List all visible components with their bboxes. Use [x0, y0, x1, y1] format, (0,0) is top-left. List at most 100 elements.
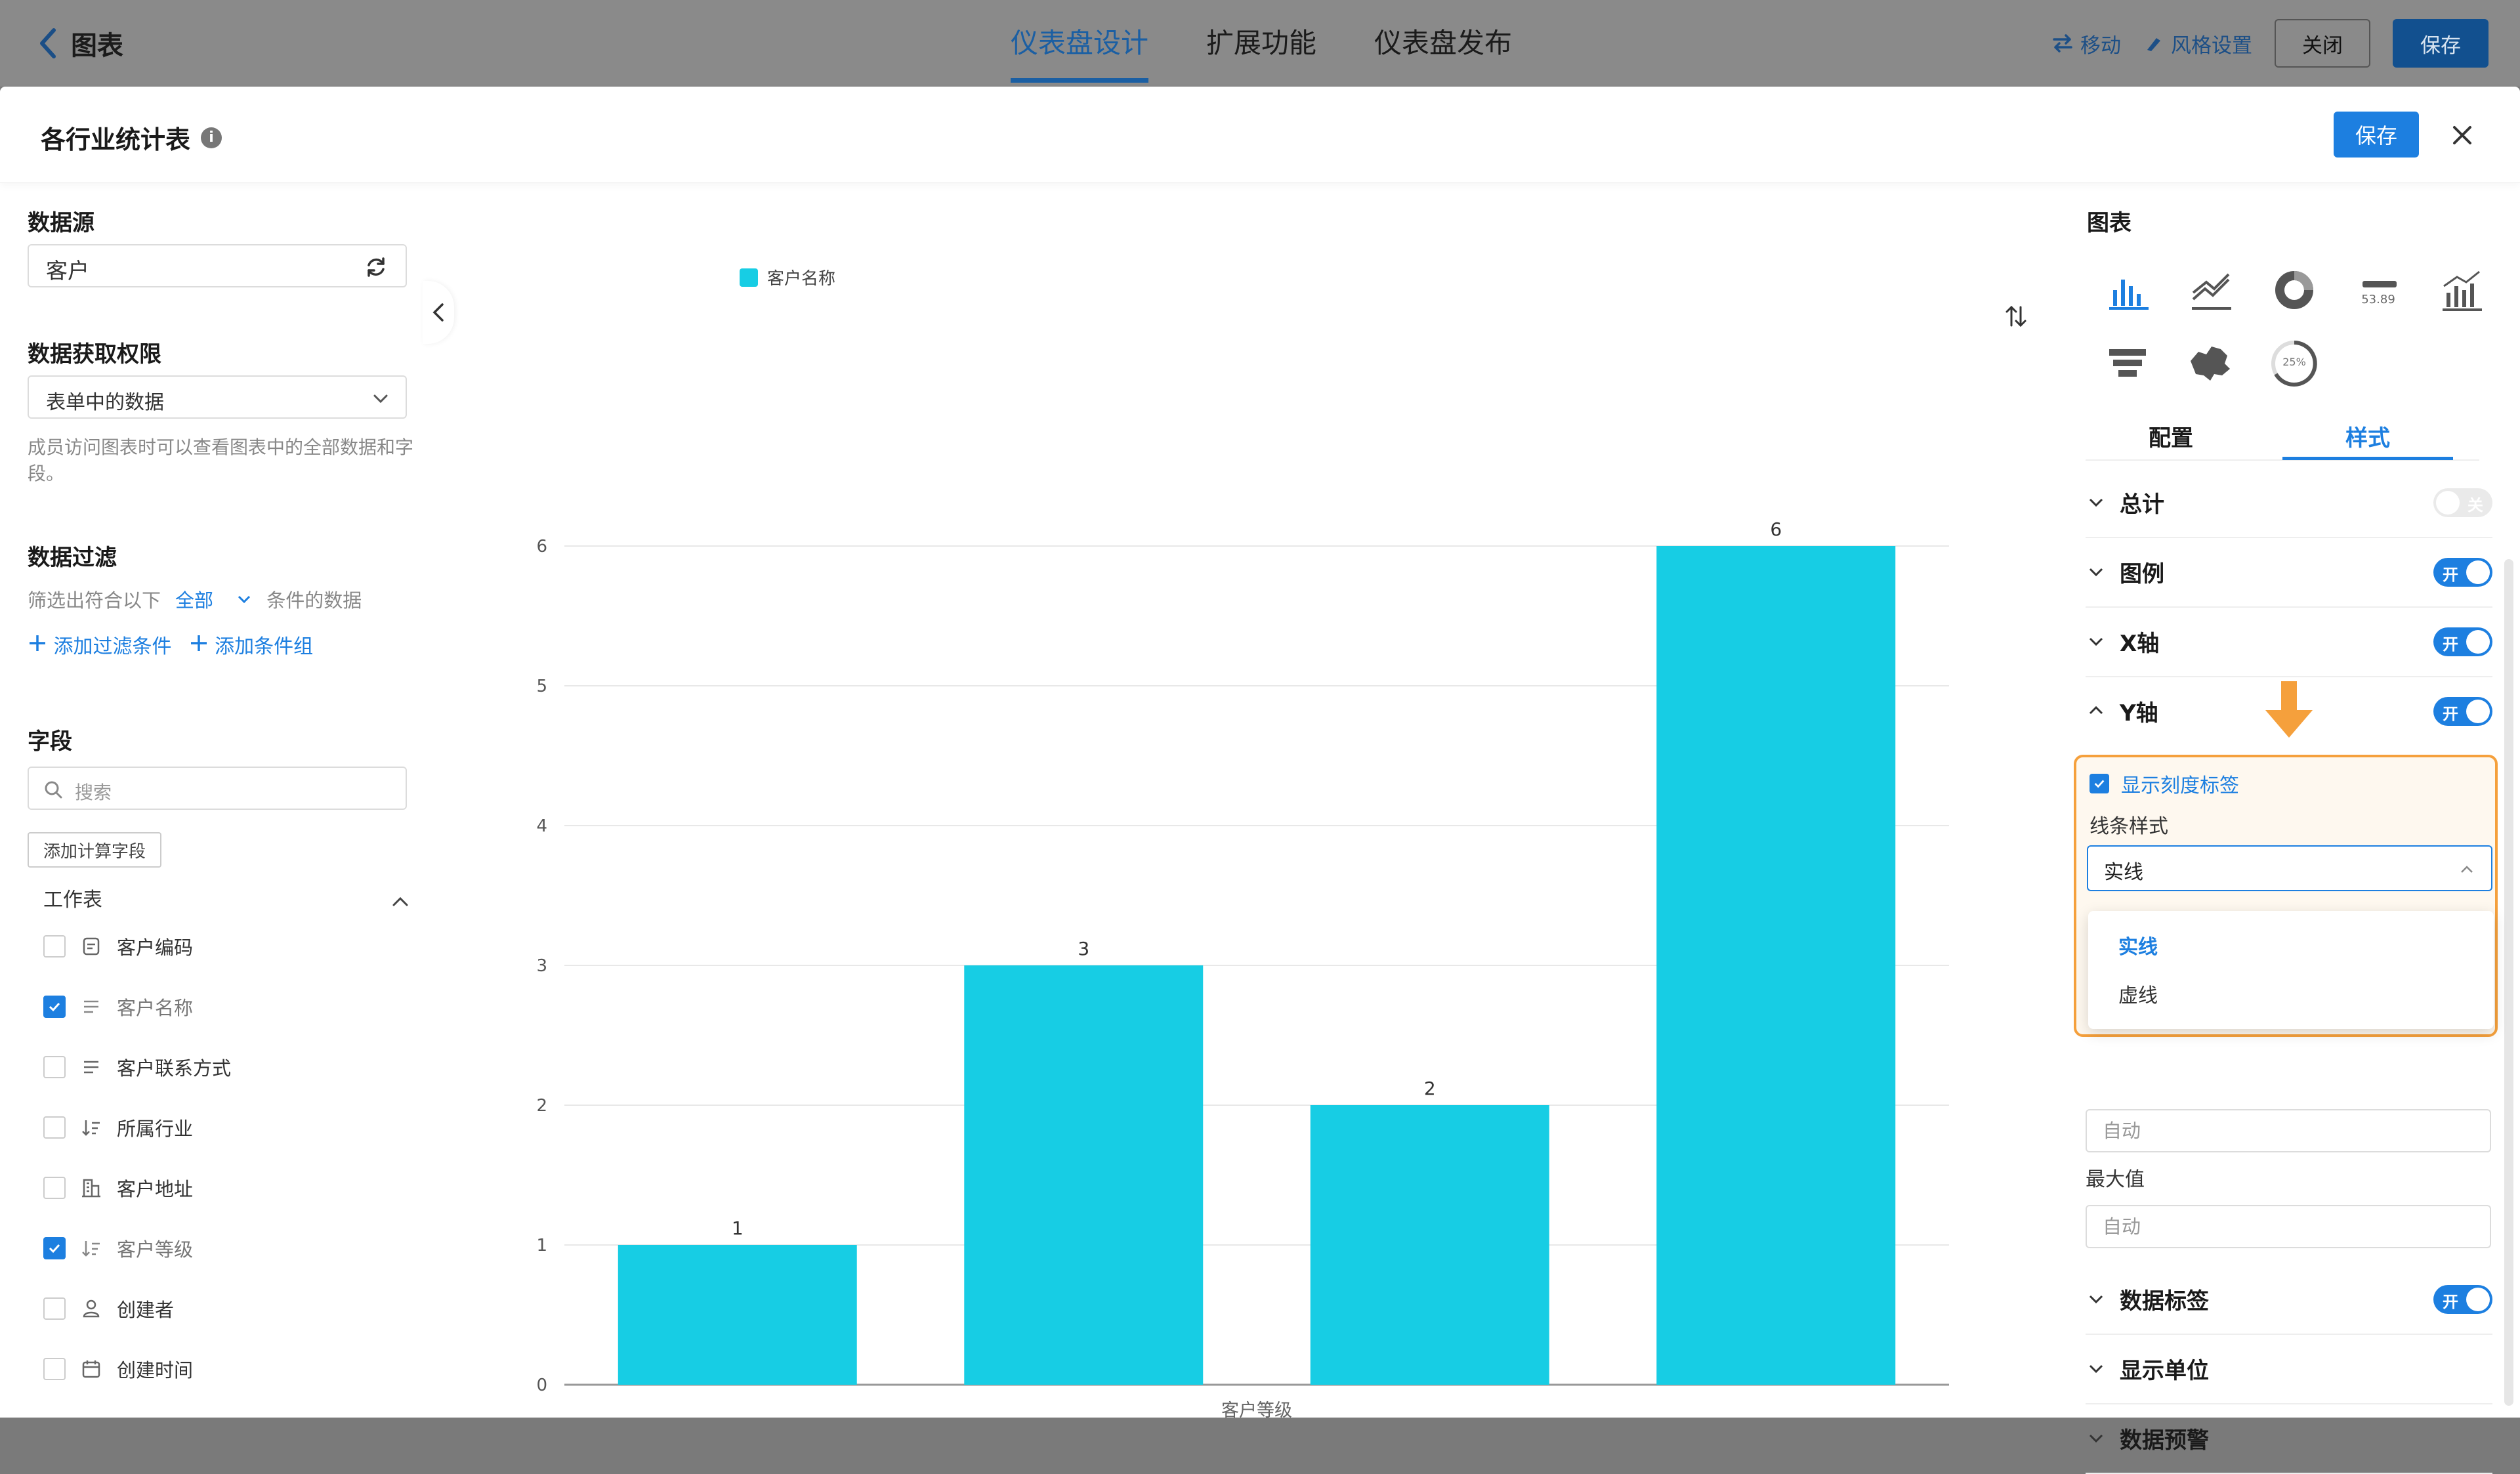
section-total[interactable]: 总计 关	[2086, 467, 2492, 538]
field-item-customer-address[interactable]: 客户地址	[43, 1168, 193, 1208]
show-tick-labels-checkbox[interactable]	[2090, 774, 2109, 793]
plus-icon	[190, 635, 207, 651]
field-search-input[interactable]: 搜索	[28, 767, 407, 810]
tab-style[interactable]: 样式	[2282, 420, 2453, 460]
section-data-alert[interactable]: 数据预警	[2086, 1403, 2492, 1474]
close-button[interactable]: 关闭	[2275, 19, 2370, 68]
back-button[interactable]: 图表	[35, 22, 123, 64]
field-item-customer-code[interactable]: 客户编码	[43, 927, 193, 966]
field-label: 所属行业	[117, 1118, 194, 1140]
y-axis-min-input[interactable]: 自动	[2086, 1109, 2491, 1152]
y-tick-label: 1	[536, 1236, 547, 1255]
filter-prefix: 筛选出符合以下	[28, 589, 161, 612]
move-label: 移动	[2080, 33, 2121, 58]
field-label: 创建时间	[117, 1359, 194, 1381]
swap-sort-icon[interactable]	[2003, 303, 2029, 329]
y-axis-toggle[interactable]: 开	[2433, 697, 2492, 726]
filter-scope-select[interactable]: 全部	[175, 585, 252, 613]
datasource-select[interactable]: 客户	[28, 244, 407, 287]
bar-chart: 0 1 2 3 4 5 6 1 3 2 6 客户等级	[536, 518, 1949, 1421]
field-checkbox-checked[interactable]	[43, 996, 66, 1018]
progress-text: 25%	[2282, 356, 2306, 368]
tab-dashboard-design[interactable]: 仪表盘设计	[1011, 20, 1149, 83]
add-condition-group-link[interactable]: 添加条件组	[189, 630, 314, 659]
field-checkbox[interactable]	[43, 1177, 66, 1199]
field-item-created-time[interactable]: 创建时间	[43, 1349, 193, 1389]
search-placeholder: 搜索	[75, 782, 112, 803]
toggle-label: 开	[2443, 705, 2458, 723]
section-name: 总计	[2120, 491, 2164, 518]
permission-select[interactable]: 表单中的数据	[28, 375, 407, 419]
field-label: 客户等级	[117, 1238, 194, 1261]
field-item-creator[interactable]: 创建者	[43, 1289, 174, 1328]
field-checkbox[interactable]	[43, 1056, 66, 1078]
add-calc-field-button[interactable]: 添加计算字段	[28, 832, 162, 868]
top-save-button[interactable]: 保存	[2393, 19, 2488, 68]
building-icon	[82, 1179, 100, 1198]
field-checkbox[interactable]	[43, 935, 66, 958]
add-filter-condition-link[interactable]: 添加过滤条件	[28, 630, 172, 659]
toggle-label: 开	[2443, 1293, 2458, 1311]
permission-title: 数据获取权限	[28, 341, 161, 368]
y-axis-max-input[interactable]: 自动	[2086, 1205, 2491, 1248]
chevron-up-icon	[2089, 705, 2103, 715]
toggle-label: 开	[2443, 566, 2458, 584]
line-chart-icon[interactable]	[2184, 264, 2236, 316]
chevron-down-icon	[2089, 498, 2103, 507]
field-label: 客户联系方式	[117, 1057, 232, 1080]
tab-config[interactable]: 配置	[2086, 420, 2256, 452]
chevron-down-icon	[2089, 568, 2103, 577]
section-legend[interactable]: 图例 开	[2086, 537, 2492, 608]
map-chart-icon[interactable]	[2184, 337, 2236, 390]
section-name: 数据标签	[2120, 1288, 2209, 1315]
field-item-customer-contact[interactable]: 客户联系方式	[43, 1047, 231, 1087]
legend-swatch	[740, 268, 758, 287]
section-data-labels[interactable]: 数据标签 开	[2086, 1264, 2492, 1335]
check-icon	[49, 1244, 60, 1253]
line-style-select[interactable]: 实线	[2087, 845, 2492, 891]
total-toggle[interactable]: 关	[2433, 488, 2492, 517]
refresh-icon[interactable]	[364, 255, 388, 280]
close-icon[interactable]	[2446, 119, 2478, 151]
tab-extensions[interactable]: 扩展功能	[1206, 20, 1316, 67]
section-x-axis[interactable]: X轴 开	[2086, 606, 2492, 677]
move-button[interactable]: 移动	[2051, 29, 2121, 58]
legend-toggle[interactable]: 开	[2433, 558, 2492, 587]
field-checkbox[interactable]	[43, 1358, 66, 1380]
style-settings-button[interactable]: 风格设置	[2143, 29, 2252, 58]
x-axis-toggle[interactable]: 开	[2433, 627, 2492, 656]
option-solid[interactable]: 实线	[2118, 931, 2158, 959]
max-value-label: 最大值	[2086, 1168, 2145, 1191]
field-item-customer-name[interactable]: 客户名称	[43, 987, 193, 1026]
y-tick-label: 3	[536, 956, 547, 976]
field-item-customer-level[interactable]: 客户等级	[43, 1229, 193, 1268]
dialog-save-button[interactable]: 保存	[2334, 112, 2419, 158]
data-labels-toggle[interactable]: 开	[2433, 1285, 2492, 1314]
info-icon[interactable]: i	[201, 127, 222, 148]
settings-tabs: 配置 样式	[2086, 420, 2479, 461]
option-dashed[interactable]: 虚线	[2118, 979, 2158, 1008]
donut-chart-icon[interactable]	[2268, 264, 2320, 316]
bar-chart-icon[interactable]	[2101, 264, 2154, 316]
tab-dashboard-publish[interactable]: 仪表盘发布	[1374, 20, 1512, 67]
top-tabs: 仪表盘设计 扩展功能 仪表盘发布	[1011, 20, 1512, 83]
number-card-icon[interactable]: 53.89	[2352, 264, 2404, 316]
section-name: X轴	[2120, 630, 2160, 657]
funnel-chart-icon[interactable]	[2101, 337, 2154, 390]
worksheet-group-header[interactable]: 工作表	[43, 883, 411, 919]
filter-description: 筛选出符合以下 全部 条件的数据	[28, 585, 362, 613]
field-checkbox[interactable]	[43, 1116, 66, 1139]
field-checkbox-checked[interactable]	[43, 1237, 66, 1259]
legend-label: 客户名称	[767, 269, 836, 289]
sort-list-icon	[82, 1241, 100, 1257]
progress-ring-icon[interactable]: 25%	[2268, 337, 2320, 390]
field-checkbox[interactable]	[43, 1297, 66, 1320]
right-panel-scrollbar[interactable]	[2504, 559, 2513, 1406]
permission-hint: 成员访问图表时可以查看图表中的全部数据和字段。	[28, 436, 414, 484]
field-item-industry[interactable]: 所属行业	[43, 1108, 193, 1147]
add-condition-group-label: 添加条件组	[215, 635, 314, 658]
show-tick-labels-option[interactable]: 显示刻度标签	[2090, 769, 2239, 798]
section-display-unit[interactable]: 显示单位	[2086, 1334, 2492, 1404]
collapse-left-panel-button[interactable]	[423, 281, 454, 344]
combo-chart-icon[interactable]	[2435, 264, 2487, 316]
